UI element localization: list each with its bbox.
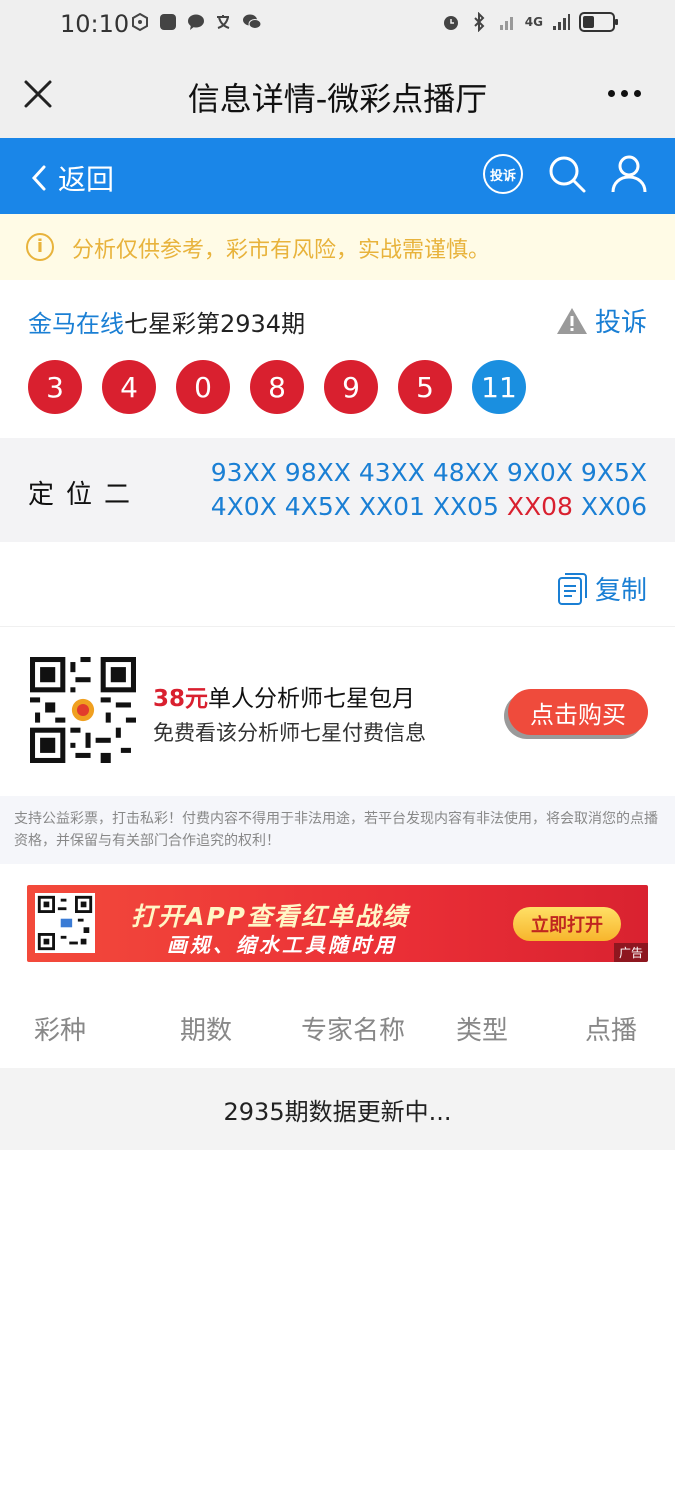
column-header: 彩种 xyxy=(34,1016,87,1046)
copy-icon xyxy=(557,572,587,605)
status-time: 10:10 xyxy=(60,10,130,38)
prediction-code: 9X5X xyxy=(580,458,647,487)
subscription-promo: 38元单人分析师七星包月 免费看该分析师七星付费信息 点击购买 xyxy=(0,627,675,795)
hexagon-icon xyxy=(132,12,148,32)
qr-code-image xyxy=(30,657,136,763)
search-icon[interactable] xyxy=(547,154,587,194)
number-ball: 5 xyxy=(398,360,452,414)
prediction-numbers: 93XX 98XX 43XX 48XX 9X0X 9X5X 4X0X 4X5X … xyxy=(197,456,647,524)
app-icon xyxy=(160,14,176,30)
message-icon xyxy=(188,14,204,30)
draw-heading: 金马在线七星彩第2934期 xyxy=(28,304,305,339)
prediction-code: XX01 xyxy=(358,492,425,521)
prediction-code: 9X0X xyxy=(506,458,573,487)
disclaimer: 支持公益彩票，打击私彩！付费内容不得用于非法用途，若平台发现内容有非法使用，将会… xyxy=(0,796,675,864)
updating-text: 2935期数据更新中... xyxy=(223,1098,452,1126)
open-app-button[interactable]: 立即打开 xyxy=(513,907,621,941)
window-title-bar: 信息详情-微彩点播厅 xyxy=(0,50,675,138)
alarm-icon xyxy=(443,16,458,30)
disclaimer-text: 支持公益彩票，打击私彩！付费内容不得用于非法用途，若平台发现内容有非法使用，将会… xyxy=(14,811,658,849)
prediction-code: 43XX xyxy=(358,458,425,487)
prediction-code: 93XX xyxy=(210,458,277,487)
draw-balls: 3 4 0 8 9 5 11 xyxy=(28,360,526,414)
battery-icon xyxy=(579,12,618,32)
copy-button[interactable]: 复制 xyxy=(557,570,647,607)
risk-notice: i 分析仅供参考，彩市有风险，实战需谨慎。 xyxy=(0,214,675,280)
warning-icon xyxy=(556,307,587,334)
number-ball: 3 xyxy=(28,360,82,414)
prediction-code: 48XX xyxy=(432,458,499,487)
banner-headline: 打开APP查看红单战绩 xyxy=(131,902,409,931)
status-system-icons: 4G xyxy=(441,12,618,32)
copy-label: 复制 xyxy=(594,576,647,606)
complain-button[interactable]: 投诉 xyxy=(483,154,523,194)
back-label: 返回 xyxy=(58,163,115,196)
column-header: 期数 xyxy=(180,1016,233,1046)
notice-text: 分析仅供参考，彩市有风险，实战需谨慎。 xyxy=(72,238,491,263)
prediction-panel: 定位二 93XX 98XX 43XX 48XX 9X0X 9X5X 4X0X 4… xyxy=(0,438,675,542)
status-notification-icons xyxy=(130,12,262,32)
number-ball: 0 xyxy=(176,360,230,414)
column-header: 点播 xyxy=(585,1016,638,1046)
chevron-left-icon xyxy=(31,165,46,191)
prediction-code: XX05 xyxy=(432,492,499,521)
ad-badge: 广告 xyxy=(613,943,648,962)
complain-badge-label: 投诉 xyxy=(489,168,516,184)
page-title: 信息详情-微彩点播厅 xyxy=(187,80,488,118)
bluetooth-icon xyxy=(474,12,485,32)
network-type-label: 4G xyxy=(524,15,543,29)
banner-subline: 画规、缩水工具随时用 xyxy=(167,933,397,957)
report-button[interactable]: 投诉 xyxy=(555,302,647,339)
number-ball: 9 xyxy=(324,360,378,414)
table-header: 彩种 期数 专家名称 类型 点播 xyxy=(0,990,675,1066)
site-link[interactable]: 金马在线 xyxy=(28,310,124,338)
nav-bar: 返回 投诉 xyxy=(0,138,675,214)
draw-result: 金马在线七星彩第2934期 投诉 3 4 0 8 9 5 11 xyxy=(0,280,675,438)
prediction-code-hit: XX08 xyxy=(506,492,573,521)
number-ball: 4 xyxy=(102,360,156,414)
promo-price: 38元 xyxy=(153,686,209,712)
wechat-icon xyxy=(243,14,262,29)
buy-button[interactable]: 点击购买 xyxy=(508,689,648,735)
user-icon[interactable] xyxy=(611,154,647,194)
prediction-line-1: 93XX 98XX 43XX 48XX 9X0X 9X5X xyxy=(197,456,647,490)
prediction-code: 4X0X xyxy=(210,492,277,521)
signal-strength-icon xyxy=(553,14,570,30)
report-label: 投诉 xyxy=(594,308,647,338)
promo-title-text: 单人分析师七星包月 xyxy=(208,686,416,712)
promo-subtitle: 免费看该分析师七星付费信息 xyxy=(153,721,426,745)
column-header: 类型 xyxy=(456,1016,509,1046)
status-bar: 10:10 4G xyxy=(0,0,675,50)
more-options-icon[interactable] xyxy=(608,90,641,97)
data-updating-row: 2935期数据更新中... xyxy=(0,1068,675,1150)
number-ball: 8 xyxy=(250,360,304,414)
translate-icon xyxy=(217,15,230,29)
copy-row: 复制 xyxy=(0,542,675,627)
promo-title: 38元单人分析师七星包月 xyxy=(153,679,415,713)
app-banner-ad[interactable]: 打开APP查看红单战绩 画规、缩水工具随时用 立即打开 广告 xyxy=(27,885,648,962)
prediction-code: 4X5X xyxy=(284,492,351,521)
prediction-code: 98XX xyxy=(284,458,351,487)
info-icon: i xyxy=(26,233,54,261)
back-button[interactable]: 返回 xyxy=(28,158,114,198)
draw-issue: 七星彩第2934期 xyxy=(124,310,306,338)
special-number-ball: 11 xyxy=(472,360,526,414)
prediction-code: XX06 xyxy=(580,492,647,521)
prediction-label: 定位二 xyxy=(28,480,143,510)
column-header: 专家名称 xyxy=(301,1016,406,1046)
signal-icon xyxy=(499,17,513,30)
banner-qr-code-image xyxy=(35,893,95,953)
prediction-line-2: 4X0X 4X5X XX01 XX05 XX08 XX06 xyxy=(197,490,647,524)
